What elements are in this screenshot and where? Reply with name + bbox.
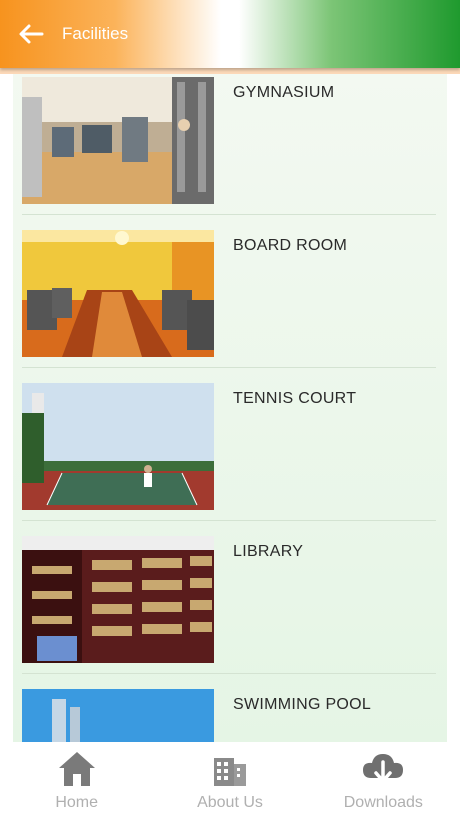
page-title: Facilities [62,24,129,43]
building-icon [213,758,246,786]
nav-about-us-label: About Us [197,794,263,811]
facility-label: LIBRARY [233,543,304,560]
facilities-list[interactable]: GYMNASIUM BOARD ROOM TENNIS COURT LIBRAR… [13,74,447,742]
home-icon [58,752,95,786]
nav-home-label: Home [55,794,98,811]
divider [22,214,436,215]
tennis-court-image [22,383,214,510]
facility-label: GYMNASIUM [233,84,335,101]
nav-downloads[interactable]: Downloads [307,742,460,818]
facility-item-board-room[interactable]: BOARD ROOM [13,227,447,380]
facility-item-tennis-court[interactable]: TENNIS COURT [13,380,447,533]
divider [22,673,436,674]
divider [22,367,436,368]
app-header: Facilities [0,0,460,68]
divider [22,520,436,521]
gymnasium-image [22,77,214,204]
nav-home[interactable]: Home [0,742,153,818]
back-arrow-icon [19,24,44,44]
bottom-navigation: Home About Us Downloads [0,742,460,818]
facility-label: SWIMMING POOL [233,696,372,713]
facility-item-swimming-pool[interactable]: SWIMMING POOL [13,686,447,742]
library-image [22,536,214,663]
facility-item-library[interactable]: LIBRARY [13,533,447,686]
cloud-download-icon [363,754,404,783]
facility-label: BOARD ROOM [233,237,348,254]
swimming-pool-image [22,689,214,742]
facility-label: TENNIS COURT [233,390,357,407]
header-stripe [0,68,460,74]
back-button[interactable] [16,19,46,49]
board-room-image [22,230,214,357]
nav-downloads-label: Downloads [343,794,423,811]
facility-item-gymnasium[interactable]: GYMNASIUM [13,74,447,227]
nav-about-us[interactable]: About Us [153,742,306,818]
